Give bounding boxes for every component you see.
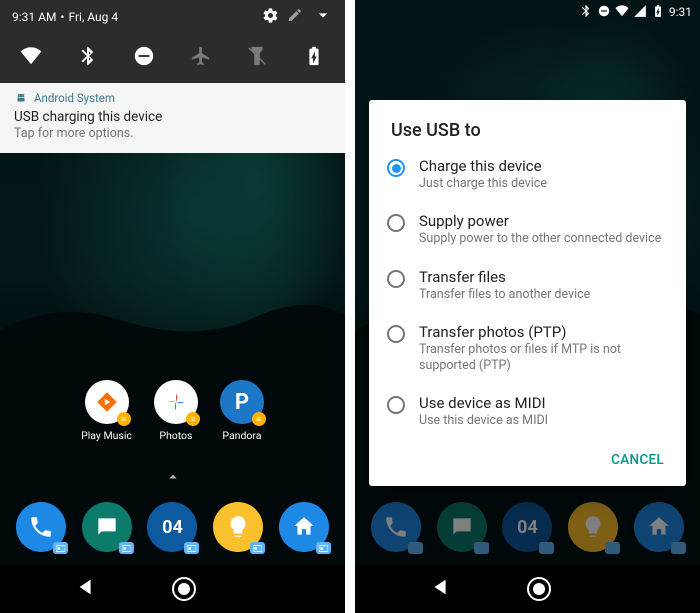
status-bar: 9:31 AM • Fri, Aug 4 (0, 0, 345, 33)
usb-option-supply-power[interactable]: Supply power Supply power to the other c… (369, 202, 686, 257)
signal-icon (633, 4, 647, 21)
widget-badge-icon (316, 542, 331, 554)
bluetooth-icon[interactable] (75, 43, 101, 69)
option-sub: Supply power to the other connected devi… (419, 231, 664, 247)
widget-badge-icon (184, 542, 199, 554)
status-date: Fri, Aug 4 (68, 10, 118, 24)
dnd-icon[interactable] (131, 43, 157, 69)
widget-badge-icon (119, 542, 134, 554)
nav-home[interactable] (527, 577, 551, 601)
radio-icon[interactable] (387, 270, 405, 288)
notification-card[interactable]: Android System USB charging this device … (0, 83, 345, 153)
status-time: 9:31 (669, 5, 692, 19)
option-label: Transfer files (419, 268, 664, 286)
dock: 04 (0, 488, 345, 566)
usb-option-charge[interactable]: Charge this device Just charge this devi… (369, 147, 686, 202)
settings-icon[interactable] (262, 7, 279, 27)
right-screenshot: 9:31 04 Use USB to (355, 0, 700, 613)
sd-badge-icon: ≡ (117, 412, 131, 426)
option-label: Supply power (419, 212, 664, 230)
notification-app-name: Android System (34, 91, 115, 105)
nav-back[interactable] (430, 576, 452, 602)
dock-calendar[interactable]: 04 (147, 502, 197, 552)
dock-phone[interactable] (16, 502, 66, 552)
airplane-icon[interactable] (188, 43, 214, 69)
app-pandora[interactable]: P ≡ Pandora (220, 380, 264, 442)
cancel-button[interactable]: CANCEL (599, 444, 676, 476)
radio-icon[interactable] (387, 159, 405, 177)
nav-home[interactable] (172, 577, 196, 601)
option-label: Use device as MIDI (419, 394, 664, 412)
bluetooth-icon (579, 4, 593, 21)
left-screenshot: 9:31 AM • Fri, Aug 4 (0, 0, 345, 613)
flashlight-icon[interactable] (244, 43, 270, 69)
option-sub: Transfer photos or files if MTP is not s… (419, 342, 664, 375)
radio-icon[interactable] (387, 396, 405, 414)
widget-badge-icon (250, 542, 265, 554)
apps-row: ≡ Play Music ≡ Photos P ≡ Pandora (0, 380, 345, 442)
usb-dialog: Use USB to Charge this device Just charg… (369, 100, 686, 486)
notification-subtitle: Tap for more options. (14, 126, 331, 141)
option-sub: Use this device as MIDI (419, 413, 664, 429)
status-bar: 9:31 (355, 0, 700, 24)
navigation-bar (0, 565, 345, 613)
usb-option-ptp[interactable]: Transfer photos (PTP) Transfer photos or… (369, 313, 686, 385)
battery-charging-icon[interactable] (301, 43, 327, 69)
dock-bulb[interactable] (213, 502, 263, 552)
dock-messages[interactable] (82, 502, 132, 552)
app-play-music[interactable]: ≡ Play Music (81, 380, 132, 442)
dialog-actions: CANCEL (369, 440, 686, 480)
edit-icon[interactable] (287, 7, 303, 26)
option-label: Charge this device (419, 157, 664, 175)
dialog-title: Use USB to (369, 120, 686, 147)
radio-icon[interactable] (387, 325, 405, 343)
option-sub: Just charge this device (419, 176, 664, 192)
option-label: Transfer photos (PTP) (419, 323, 664, 341)
option-sub: Transfer files to another device (419, 287, 664, 303)
sd-badge-icon: ≡ (252, 412, 266, 426)
wifi-icon (615, 4, 629, 21)
expand-icon[interactable] (313, 5, 333, 28)
nav-back[interactable] (75, 576, 97, 602)
notification-title: USB charging this device (14, 109, 331, 125)
widget-badge-icon (53, 542, 68, 554)
sd-badge-icon: ≡ (186, 412, 200, 426)
status-time: 9:31 AM (12, 10, 56, 24)
calendar-day: 04 (162, 517, 183, 538)
app-label: Play Music (81, 429, 132, 442)
quick-settings-panel: 9:31 AM • Fri, Aug 4 (0, 0, 345, 83)
app-drawer-handle[interactable] (164, 468, 182, 490)
app-photos[interactable]: ≡ Photos (154, 380, 198, 442)
app-label: Photos (159, 429, 192, 442)
quick-settings-row (0, 33, 345, 83)
usb-option-midi[interactable]: Use device as MIDI Use this device as MI… (369, 384, 686, 439)
radio-icon[interactable] (387, 214, 405, 232)
wifi-icon[interactable] (18, 43, 44, 69)
usb-option-transfer-files[interactable]: Transfer files Transfer files to another… (369, 258, 686, 313)
navigation-bar (355, 565, 700, 613)
android-system-icon (14, 91, 28, 105)
notification-app-row: Android System (14, 91, 331, 105)
battery-charging-icon (651, 4, 665, 21)
app-label: Pandora (222, 429, 261, 442)
status-separator: • (60, 10, 64, 24)
dnd-icon (597, 4, 611, 21)
dock-home[interactable] (279, 502, 329, 552)
